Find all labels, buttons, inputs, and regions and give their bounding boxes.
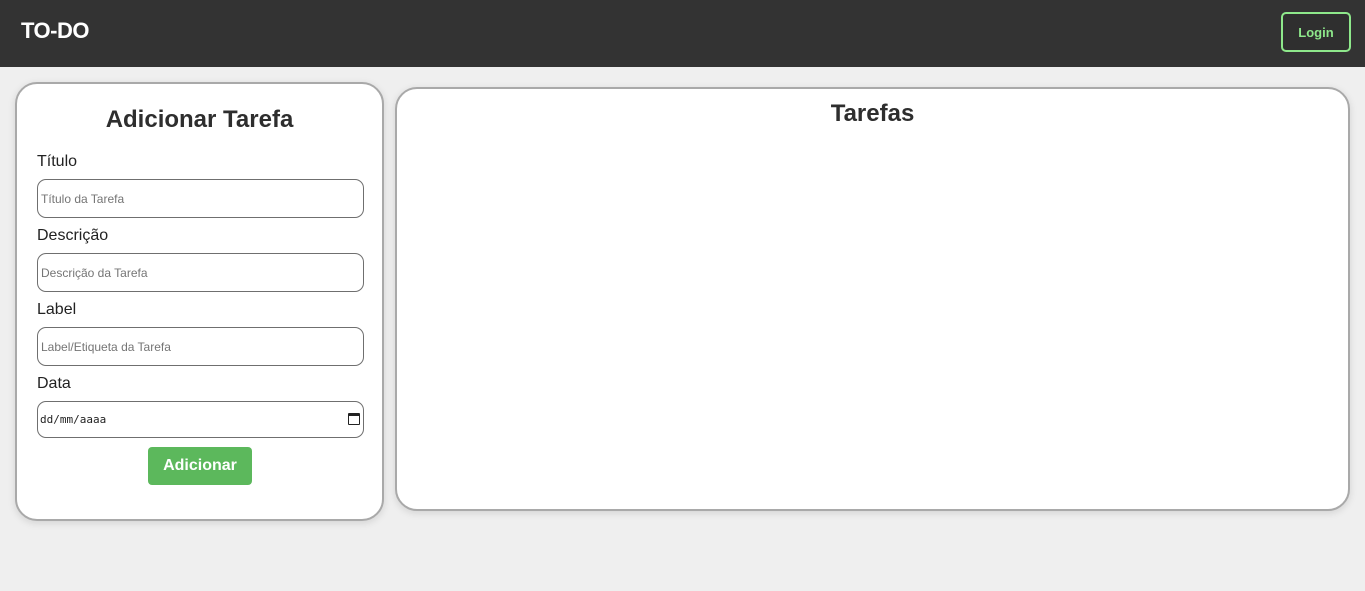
descricao-label: Descrição [37, 227, 109, 244]
brand-title: TO-DO [21, 18, 89, 43]
add-task-card: Adicionar Tarefa Título Descrição Label … [15, 82, 384, 521]
descricao-input[interactable] [37, 253, 364, 292]
tasks-card: Tarefas [395, 87, 1350, 511]
add-task-button[interactable]: Adicionar [148, 447, 252, 485]
label-input[interactable] [37, 327, 364, 366]
date-input-value: dd/mm/aaaa [40, 413, 107, 426]
date-input[interactable]: dd/mm/aaaa [37, 401, 364, 438]
login-button[interactable]: Login [1281, 12, 1351, 52]
titulo-input[interactable] [37, 179, 364, 218]
titulo-label: Título [37, 153, 78, 170]
navbar: TO-DO Login [0, 0, 1365, 67]
label-label: Label [37, 301, 77, 318]
tasks-title: Tarefas [830, 100, 915, 127]
calendar-icon[interactable] [348, 413, 360, 425]
add-task-title: Adicionar Tarefa [105, 106, 294, 133]
data-label: Data [37, 375, 71, 392]
